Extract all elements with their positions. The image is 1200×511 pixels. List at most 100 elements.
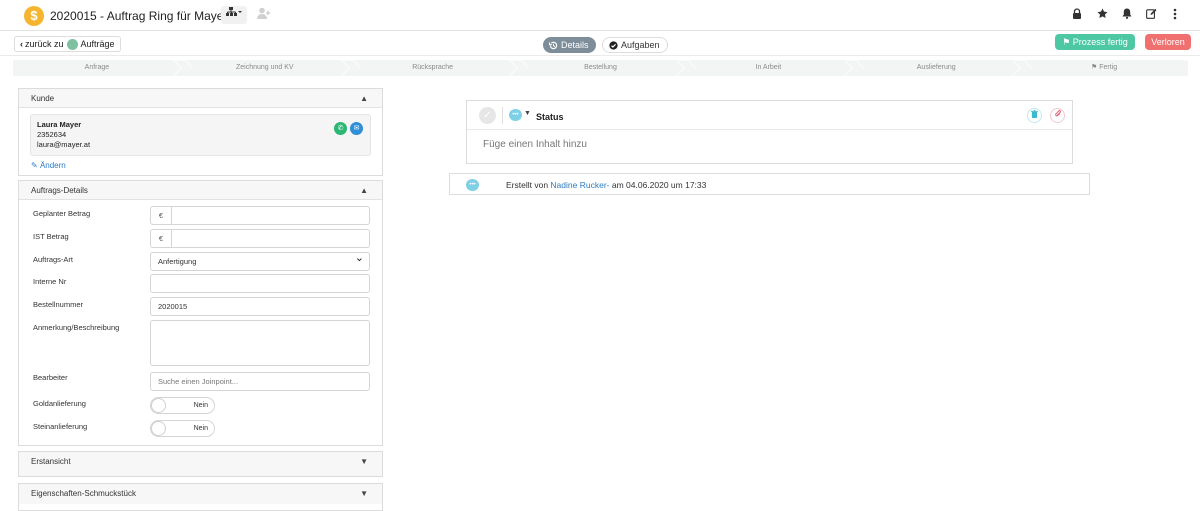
process-finished-button[interactable]: ⚑ Prozess fertig [1055,34,1135,50]
customer-panel-title: Kunde [31,94,55,103]
customer-name: Laura Mayer [37,120,82,129]
order-details-header[interactable]: Auftrags-Details ▲ [19,181,382,200]
check-circle-icon [609,40,618,50]
gold-delivery-label: Goldanlieferung [33,399,86,408]
log-suffix: am 04.06.2020 um 17:33 [611,180,707,190]
planned-amount-field[interactable]: € [150,206,370,225]
flag-icon: ⚑ [1062,37,1071,47]
log-author-link[interactable]: Nadine Rucker- [550,180,609,190]
caret-down-icon[interactable]: ▼ [524,110,531,117]
euro-prefix: € [151,230,172,247]
orders-avatar-icon [66,38,78,50]
order-number-label: Bestellnummer [33,300,84,309]
edit-icon: ✎ [31,161,38,170]
stone-delivery-label: Steinanlieferung [33,422,88,431]
activity-log-entry: ••• Erstellt von Nadine Rucker- am 04.06… [449,173,1090,195]
step-label: Zeichnung und KV [235,64,294,71]
process-steps: Anfrage Zeichnung und KV Rücksprache Bes… [13,60,1188,76]
customer-panel-header[interactable]: Kunde ▲ [19,89,382,108]
status-header: ✓ ••• ▼ Status [467,101,1072,130]
properties-panel[interactable]: Eigenschaften-Schmuckstück ▼ [18,483,383,511]
step-zeichnung[interactable]: Zeichnung und KV [181,60,349,76]
phone-icon[interactable]: ✆ [334,122,347,135]
properties-header[interactable]: Eigenschaften-Schmuckstück ▼ [19,484,382,504]
customer-phone: 2352634 [37,130,67,139]
gold-delivery-toggle[interactable]: Nein [150,397,215,414]
log-prefix: Erstellt von [506,180,549,190]
euro-prefix: € [151,207,172,224]
step-fertig[interactable]: ⚑ Fertig [1020,60,1188,76]
back-target: Aufträge [80,39,115,49]
properties-title: Eigenschaften-Schmuckstück [31,489,136,498]
actual-amount-label: IST Betrag [33,232,69,241]
tab-details[interactable]: Details [543,37,596,53]
caret-up-icon: ▲ [360,94,368,103]
assignee-label: Bearbeiter [33,373,68,382]
history-icon [549,41,558,49]
caret-down-icon: ▼ [360,457,368,466]
dollar-coin-icon: $ [24,6,44,26]
chat-bubble-icon[interactable]: ••• [509,109,522,121]
page-title: 2020015 - Auftrag Ring für Mayer [50,9,228,23]
step-ruecksprache[interactable]: Rücksprache [349,60,517,76]
top-bar: $ 2020015 - Auftrag Ring für Mayer [0,0,1200,31]
step-bestellung[interactable]: Bestellung [517,60,685,76]
edit-customer-label: Ändern [39,161,66,170]
trash-icon[interactable] [1027,108,1042,123]
chat-bubble-icon: ••• [466,179,479,191]
more-vertical-icon[interactable] [1168,8,1182,22]
caret-up-icon: ▲ [360,186,368,195]
tab-details-label: Details [561,40,589,50]
first-view-title: Erstansicht [31,457,71,466]
step-label: Bestellung [584,64,617,71]
status-card: ✓ ••• ▼ Status Füge einen Inhalt hinzu [466,100,1073,164]
remark-textarea[interactable] [150,320,370,366]
lost-button[interactable]: Verloren [1145,34,1191,50]
add-user-icon[interactable] [255,6,273,24]
tab-aufgaben[interactable]: Aufgaben [602,37,668,53]
edit-icon[interactable] [1144,8,1158,22]
remark-label: Anmerkung/Beschreibung [33,323,120,332]
order-details-panel: Auftrags-Details ▲ Geplanter Betrag € IS… [18,180,383,446]
paperclip-icon[interactable] [1050,108,1065,123]
step-in-arbeit[interactable]: In Arbeit [684,60,852,76]
org-chart-dropdown[interactable] [221,6,247,24]
step-auslieferung[interactable]: Auslieferung [852,60,1020,76]
back-label: zurück zu [25,39,64,49]
order-type-label: Auftrags-Art [33,255,74,264]
status-content-input[interactable]: Füge einen Inhalt hinzu [483,139,587,150]
tab-aufgaben-label: Aufgaben [621,40,660,50]
stone-delivery-toggle[interactable]: Nein [150,420,215,437]
step-anfrage[interactable]: Anfrage [13,60,181,76]
first-view-header[interactable]: Erstansicht ▼ [19,452,382,476]
mail-icon[interactable]: ✉ [350,122,363,135]
order-number-field[interactable]: 2020015 [150,297,370,316]
step-label: Anfrage [84,64,110,71]
star-icon[interactable] [1095,8,1109,22]
stone-delivery-value: Nein [193,425,208,432]
first-view-panel[interactable]: Erstansicht ▼ [18,451,383,477]
internal-number-field[interactable] [150,274,370,293]
internal-number-label: Interne Nr [33,277,67,286]
step-label: Fertig [1099,64,1118,71]
edit-customer-link[interactable]: ✎ Ändern [31,161,66,170]
assignee-search-input[interactable]: Suche einen Joinpoint... [150,372,370,391]
chevron-left-icon: ‹ [20,39,23,49]
divider [502,107,503,124]
customer-panel: Kunde ▲ Laura Mayer 2352634 laura@mayer.… [18,88,383,176]
bell-icon[interactable] [1120,8,1134,22]
back-button[interactable]: ‹ zurück zu Aufträge [14,36,121,52]
actual-amount-field[interactable]: € [150,229,370,248]
lock-icon[interactable] [1070,8,1084,22]
step-label: Rücksprache [412,64,454,71]
caret-down-icon: ▼ [360,489,368,498]
status-label: Status [536,112,564,122]
check-icon[interactable]: ✓ [479,107,496,124]
sub-bar: ‹ zurück zu Aufträge Details Aufgaben [0,31,1200,56]
order-type-select[interactable]: Anfertigung [150,250,370,271]
toggle-knob [151,421,166,436]
process-finished-label: Prozess fertig [1072,37,1128,47]
flag-icon: ⚑ [1091,64,1100,71]
step-label: In Arbeit [755,64,782,71]
gold-delivery-value: Nein [193,402,208,409]
